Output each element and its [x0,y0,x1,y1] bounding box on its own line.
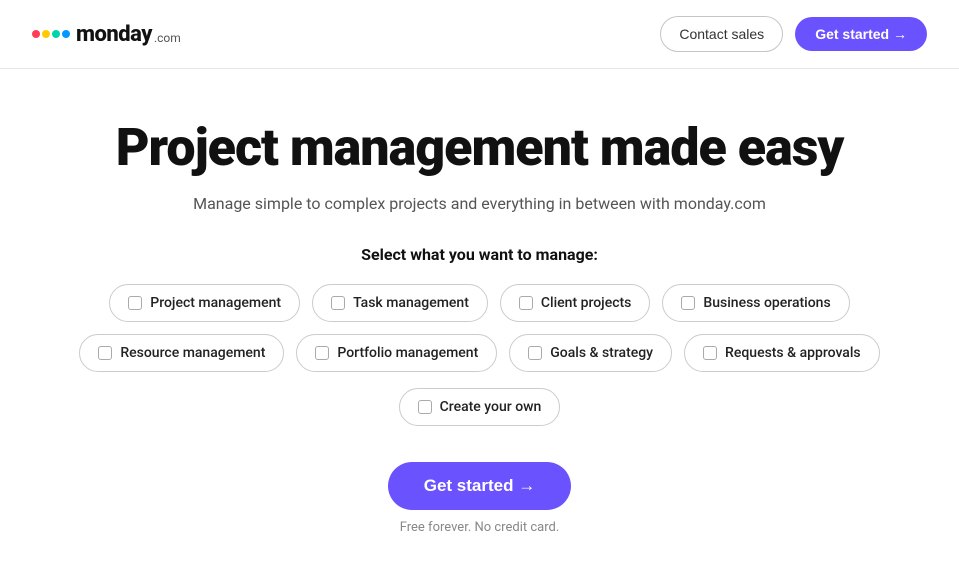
get-started-main-button[interactable]: Get started → [388,462,571,510]
checkbox-resource-management [98,346,112,360]
option-resource-management[interactable]: Resource management [79,334,284,372]
main-subtitle: Manage simple to complex projects and ev… [193,194,766,213]
option-business-operations[interactable]: Business operations [662,284,849,322]
option-requests-approvals[interactable]: Requests & approvals [684,334,880,372]
options-container: Project management Task management Clien… [79,284,879,426]
header: monday.com Contact sales Get started → [0,0,959,69]
checkbox-goals-strategy [528,346,542,360]
checkbox-requests-approvals [703,346,717,360]
contact-sales-button[interactable]: Contact sales [660,16,783,52]
option-label-goals-strategy: Goals & strategy [550,345,653,361]
logo-text-com: .com [154,31,181,45]
option-goals-strategy[interactable]: Goals & strategy [509,334,672,372]
logo-dot-red [32,30,40,38]
logo: monday.com [32,22,181,47]
option-project-management[interactable]: Project management [109,284,300,322]
option-label-create-own: Create your own [440,399,542,415]
options-row-2: Resource management Portfolio management… [79,334,879,372]
option-label-requests-approvals: Requests & approvals [725,345,861,361]
option-portfolio-management[interactable]: Portfolio management [296,334,497,372]
checkbox-task-management [331,296,345,310]
main-content: Project management made easy Manage simp… [0,69,959,565]
option-task-management[interactable]: Task management [312,284,488,322]
checkbox-project-management [128,296,142,310]
select-label: Select what you want to manage: [361,245,598,264]
option-label-portfolio-management: Portfolio management [337,345,478,361]
options-row-create: Create your own [399,384,561,426]
get-started-header-button[interactable]: Get started → [795,17,927,51]
option-client-projects[interactable]: Client projects [500,284,650,322]
header-actions: Contact sales Get started → [660,16,927,52]
logo-text-monday: monday [76,22,152,47]
option-label-business-operations: Business operations [703,295,830,311]
checkbox-business-operations [681,296,695,310]
option-create-own[interactable]: Create your own [399,388,561,426]
option-label-task-management: Task management [353,295,469,311]
option-label-resource-management: Resource management [120,345,265,361]
checkbox-create-own [418,400,432,414]
page-title: Project management made easy [116,119,844,176]
logo-dots [32,30,70,38]
logo-dot-blue [62,30,70,38]
free-forever-text: Free forever. No credit card. [400,520,560,535]
checkbox-portfolio-management [315,346,329,360]
logo-dot-green [52,30,60,38]
option-label-project-management: Project management [150,295,281,311]
checkbox-client-projects [519,296,533,310]
option-label-client-projects: Client projects [541,295,631,311]
logo-dot-yellow [42,30,50,38]
options-row-1: Project management Task management Clien… [109,284,849,322]
